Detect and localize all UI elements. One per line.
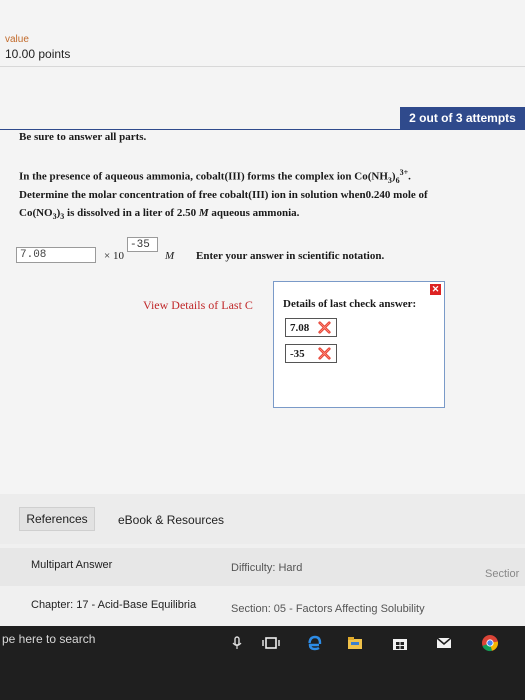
exponent-input[interactable]: -35 (127, 237, 158, 252)
divider (0, 129, 525, 130)
attempts-badge: 2 out of 3 attempts (400, 107, 525, 129)
check-value: -35 (290, 348, 305, 360)
tabs-bar: References eBook & Resources (0, 494, 525, 544)
check-answer-2: -35 (285, 344, 337, 363)
multipart-label: Multipart Answer (31, 559, 113, 571)
chrome-icon[interactable] (481, 634, 499, 652)
value-label: value (5, 34, 29, 45)
divider (0, 66, 525, 67)
view-details-link[interactable]: View Details of Last C (143, 298, 253, 313)
assignment-page: value 10.00 points 2 out of 3 attempts B… (0, 0, 525, 626)
taskbar-search[interactable]: pe here to search (2, 632, 95, 646)
question-line-3: Co(NO3)3 is dissolved in a liter of 2.50… (19, 207, 300, 222)
tab-references[interactable]: References (19, 507, 95, 531)
mail-icon[interactable] (435, 634, 453, 652)
question-line-2: Determine the molar concentration of fre… (19, 189, 428, 201)
difficulty-label: Difficulty: Hard (231, 562, 303, 574)
details-popup: ✕ Details of last check answer: 7.08 -35 (273, 281, 445, 408)
mic-icon[interactable] (228, 634, 246, 652)
section-label-cut: Sectior (485, 568, 520, 580)
unit-label: M (165, 250, 175, 262)
section-label: Section: 05 - Factors Affecting Solubili… (231, 603, 425, 615)
scientific-notation-hint: Enter your answer in scientific notation… (196, 250, 385, 262)
mantissa-input[interactable]: 7.08 (16, 247, 96, 263)
task-view-icon[interactable] (262, 634, 280, 652)
windows-taskbar: pe here to search (0, 626, 525, 700)
file-explorer-icon[interactable] (346, 634, 364, 652)
chapter-label: Chapter: 17 - Acid-Base Equilibria (31, 599, 197, 611)
check-answer-1: 7.08 (285, 318, 337, 337)
check-value: 7.08 (290, 322, 310, 334)
tab-ebook-resources[interactable]: eBook & Resources (118, 513, 224, 527)
points-value: 10.00 points (5, 47, 71, 61)
edge-icon[interactable] (305, 634, 323, 652)
instructions-text: Be sure to answer all parts. (19, 131, 147, 143)
times-ten-label: × 10 (104, 250, 124, 262)
incorrect-x-icon (318, 321, 331, 334)
incorrect-x-icon (318, 347, 331, 360)
popup-title: Details of last check answer: (283, 298, 417, 310)
close-icon[interactable]: ✕ (430, 284, 441, 295)
question-line-1: In the presence of aqueous ammonia, coba… (19, 168, 411, 185)
store-icon[interactable] (391, 634, 409, 652)
